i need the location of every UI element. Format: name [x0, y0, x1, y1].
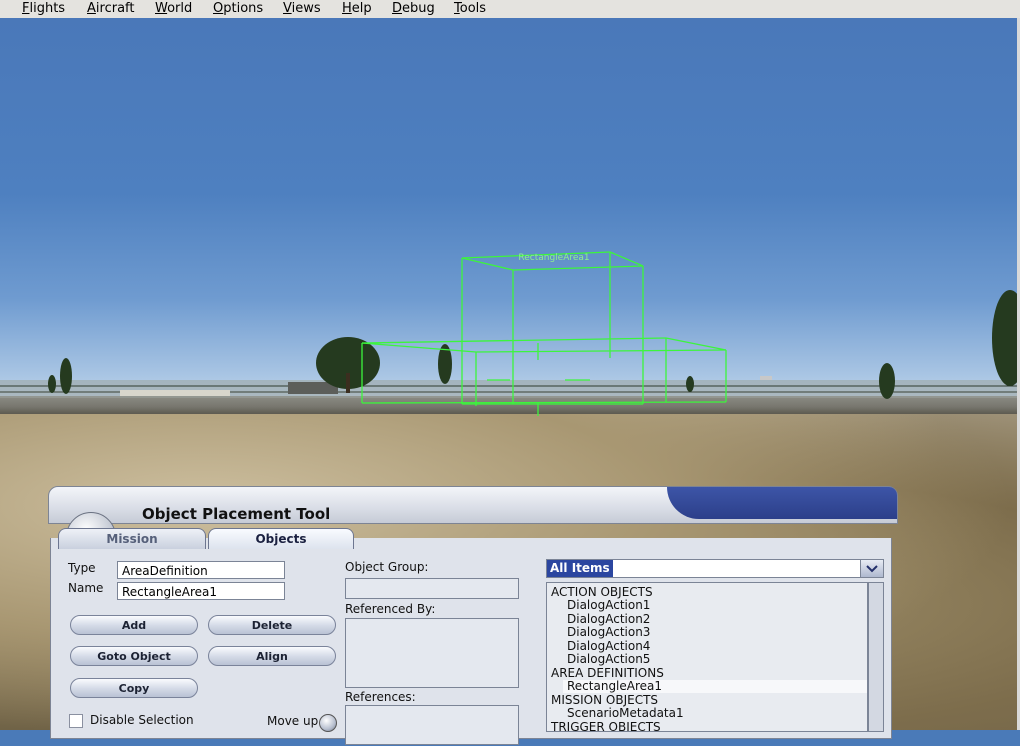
dropdown-button[interactable] — [860, 560, 883, 577]
name-field[interactable]: RectangleArea1 — [117, 582, 285, 600]
move-up-label: Move up — [267, 714, 319, 728]
tree-item[interactable]: ScenarioMetadata1 — [567, 707, 684, 720]
menu-views[interactable]: Views — [283, 1, 321, 17]
tree-item[interactable]: DialogAction5 — [567, 653, 650, 666]
objects-tree-list[interactable]: ACTION OBJECTS DialogAction1 DialogActio… — [546, 582, 868, 732]
object-group-label: Object Group: — [345, 560, 429, 574]
menu-options[interactable]: Options — [213, 1, 263, 17]
move-up-knob[interactable] — [319, 714, 337, 732]
menu-tools[interactable]: Tools — [454, 1, 486, 17]
disable-selection-label: Disable Selection — [90, 713, 194, 727]
tab-objects[interactable]: Objects — [208, 528, 354, 549]
tree-category[interactable]: TRIGGER OBJECTS — [551, 721, 661, 732]
dialog-title: Object Placement Tool — [142, 505, 331, 523]
filter-selected-value: All Items — [547, 560, 613, 577]
menu-help[interactable]: Help — [342, 1, 372, 17]
chevron-down-icon — [866, 565, 878, 573]
menu-flights[interactable]: Flights — [22, 1, 65, 17]
object-placement-tool-dialog: Object Placement Tool Mission Objects Ty… — [48, 486, 898, 746]
menu-debug[interactable]: Debug — [392, 1, 435, 17]
type-label: Type — [68, 561, 96, 575]
tree-item-selected[interactable]: RectangleArea1 — [563, 680, 867, 693]
goto-object-button[interactable]: Goto Object — [70, 646, 198, 666]
menu-bar: Flights Aircraft World Options Views Hel… — [0, 0, 1020, 19]
references-list[interactable] — [345, 705, 519, 745]
delete-button[interactable]: Delete — [208, 615, 336, 635]
menu-world[interactable]: World — [155, 1, 192, 17]
tree-scrollbar[interactable] — [868, 582, 884, 732]
type-field[interactable]: AreaDefinition — [117, 561, 285, 579]
add-button[interactable]: Add — [70, 615, 198, 635]
referenced-by-list[interactable] — [345, 618, 519, 688]
tab-mission[interactable]: Mission — [58, 528, 206, 549]
name-label: Name — [68, 581, 104, 595]
disable-selection-checkbox[interactable] — [69, 714, 83, 728]
references-label: References: — [345, 690, 416, 704]
copy-button[interactable]: Copy — [70, 678, 198, 698]
referenced-by-label: Referenced By: — [345, 602, 436, 616]
align-button[interactable]: Align — [208, 646, 336, 666]
titlebar-accent — [667, 487, 897, 519]
tree-item[interactable]: DialogAction1 — [567, 599, 650, 612]
object-filter-dropdown[interactable]: All Items — [546, 559, 884, 578]
object-group-field[interactable] — [345, 578, 519, 599]
tree-item[interactable]: DialogAction3 — [567, 626, 650, 639]
menu-aircraft[interactable]: Aircraft — [87, 1, 134, 17]
area-label: RectangleArea1 — [518, 253, 589, 263]
